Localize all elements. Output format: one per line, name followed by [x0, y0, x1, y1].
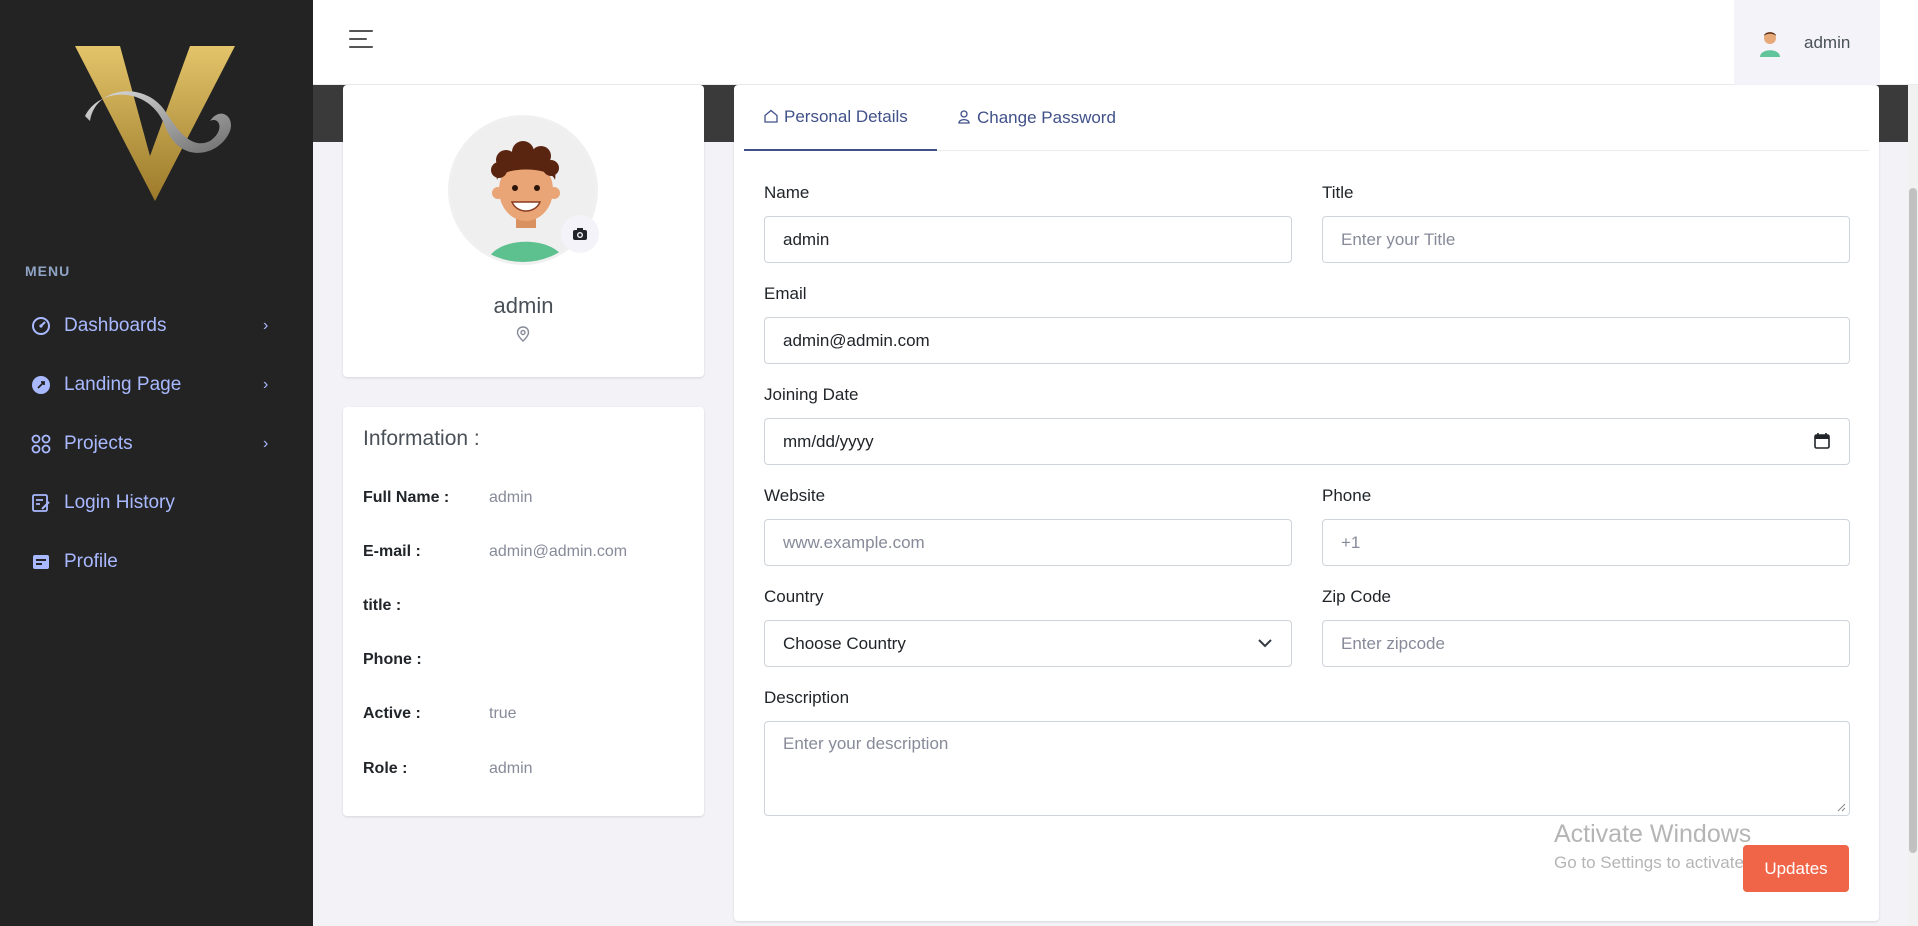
info-key: Full Name : — [363, 489, 450, 506]
info-key: title : — [363, 597, 402, 614]
website-field[interactable]: www.example.com — [764, 519, 1292, 566]
camera-icon[interactable] — [561, 215, 599, 253]
info-row-full-name: Full Name : admin — [363, 489, 533, 507]
sidebar-item-label: Login History — [64, 492, 175, 513]
name-label: Name — [764, 183, 810, 202]
info-row-title: title : — [363, 597, 489, 615]
activation-watermark-subtitle: Go to Settings to activate — [1554, 853, 1744, 872]
zip-label: Zip Code — [1322, 587, 1391, 606]
description-textarea[interactable]: Enter your description — [764, 721, 1850, 816]
chevron-right-icon: › — [263, 317, 269, 334]
topbar: admin — [313, 0, 1918, 85]
scrollbar-thumb[interactable] — [1909, 188, 1917, 853]
tab-personal-details[interactable]: Personal Details — [744, 85, 937, 151]
user-icon — [957, 109, 971, 127]
chevron-right-icon: › — [263, 376, 269, 393]
sidebar-item-landing-page[interactable]: Landing Page › — [0, 359, 313, 411]
country-selected-value: Choose Country — [783, 633, 906, 653]
sidebar-item-projects[interactable]: Projects › — [0, 418, 313, 470]
profile-name: admin — [493, 293, 554, 318]
phone-field[interactable]: +1 — [1322, 519, 1850, 566]
resize-handle-icon[interactable] — [1837, 803, 1846, 812]
brand-logo[interactable] — [70, 46, 245, 206]
tab-label: Change Password — [977, 108, 1116, 127]
sidebar: MENU Dashboards › Landing Page › Project… — [0, 0, 313, 926]
location-pin-icon — [516, 326, 530, 342]
info-value: admin@admin.com — [489, 543, 628, 560]
apps-grid-icon — [30, 433, 52, 455]
sidebar-item-profile[interactable]: Profile — [0, 536, 313, 588]
sidebar-item-login-history[interactable]: Login History — [0, 477, 313, 529]
info-key: Role : — [363, 760, 408, 777]
country-select[interactable]: Choose Country — [764, 620, 1292, 667]
tab-label: Personal Details — [784, 107, 908, 126]
zip-field[interactable]: Enter zipcode — [1322, 620, 1850, 667]
joining-date-value: mm/dd/yyyy — [783, 431, 874, 451]
name-field[interactable]: admin — [764, 216, 1292, 263]
sidebar-item-dashboards[interactable]: Dashboards › — [0, 300, 313, 352]
profile-form-card: Personal Details Change Password Name ad… — [734, 85, 1879, 921]
description-label: Description — [764, 688, 850, 707]
user-name: admin — [1804, 32, 1851, 52]
email-field[interactable]: admin@admin.com — [764, 317, 1850, 364]
joining-date-field[interactable]: mm/dd/yyyy — [764, 418, 1850, 465]
info-key: Active : — [363, 705, 421, 722]
sidebar-item-label: Dashboards — [64, 315, 167, 336]
user-menu[interactable]: admin — [1734, 0, 1880, 85]
title-field[interactable]: Enter your Title — [1322, 216, 1850, 263]
info-value: admin — [489, 760, 533, 777]
chevron-down-icon — [1258, 639, 1272, 648]
calendar-icon[interactable] — [1813, 432, 1831, 450]
profile-card-icon — [30, 551, 52, 573]
information-title: Information : — [363, 427, 480, 450]
avatar — [1760, 31, 1780, 57]
home-icon — [764, 109, 778, 126]
sidebar-item-label: Projects — [64, 433, 133, 454]
joining-date-label: Joining Date — [764, 385, 859, 404]
chevron-right-icon: › — [263, 435, 269, 452]
info-row-active: Active : true — [363, 705, 517, 723]
email-label: Email — [764, 284, 807, 303]
menu-title: MENU — [25, 263, 71, 279]
hamburger-menu-icon[interactable] — [349, 30, 375, 52]
activation-watermark-title: Activate Windows — [1554, 820, 1752, 848]
description-placeholder: Enter your description — [783, 734, 949, 753]
info-row-role: Role : admin — [363, 760, 533, 778]
phone-label: Phone — [1322, 486, 1372, 505]
info-key: E-mail : — [363, 543, 421, 560]
sidebar-item-label: Profile — [64, 551, 118, 572]
tab-change-password[interactable]: Change Password — [957, 85, 1147, 151]
info-value: admin — [489, 489, 533, 506]
title-label: Title — [1322, 183, 1354, 202]
country-label: Country — [764, 587, 824, 606]
updates-button[interactable]: Updates — [1743, 845, 1849, 892]
sidebar-item-label: Landing Page — [64, 374, 182, 395]
info-row-email: E-mail : admin@admin.com — [363, 543, 627, 561]
edit-list-icon — [30, 492, 52, 514]
website-label: Website — [764, 486, 826, 505]
tab-bar: Personal Details Change Password — [744, 85, 1869, 151]
info-row-phone: Phone : — [363, 651, 489, 669]
profile-card: admin — [343, 85, 704, 377]
rocket-icon — [30, 374, 52, 396]
dashboard-gauge-icon — [30, 315, 52, 337]
info-value: true — [489, 705, 517, 722]
info-key: Phone : — [363, 651, 422, 668]
information-card: Information : Full Name : admin E-mail :… — [343, 407, 704, 816]
